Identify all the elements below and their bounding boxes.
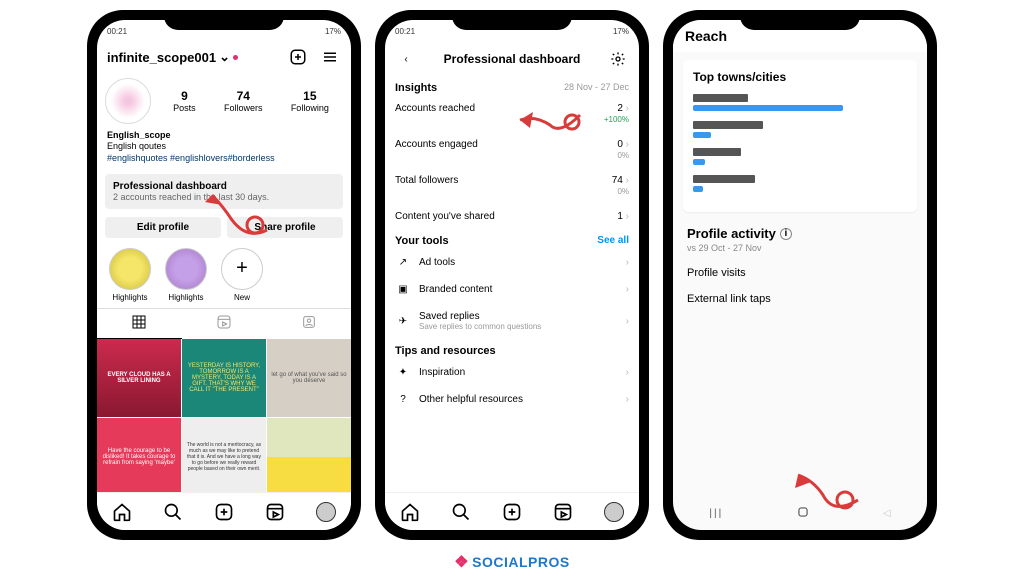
bottom-nav: [385, 492, 639, 530]
insights-header: Insights: [395, 82, 437, 94]
info-icon[interactable]: i: [780, 228, 792, 240]
brand-mark-icon: ❖: [454, 552, 469, 572]
android-nav: ||| ◁: [673, 496, 927, 530]
chevron-down-icon: ⌄: [219, 49, 230, 65]
tab-reels[interactable]: [182, 309, 267, 339]
post-5[interactable]: The world is not a meritocracy, as much …: [182, 418, 266, 496]
settings-icon[interactable]: [607, 48, 629, 70]
nav-create-icon[interactable]: [214, 502, 234, 522]
profile-tabs: [97, 308, 351, 339]
notch: [452, 10, 572, 30]
android-home-icon[interactable]: [796, 505, 810, 522]
nav-home-icon[interactable]: [112, 502, 132, 522]
profile-visits-row[interactable]: Profile visits: [687, 253, 913, 279]
external-link-taps-row[interactable]: External link taps: [687, 279, 913, 305]
profile-header: infinite_scope001 ⌄: [97, 42, 351, 72]
insight-row[interactable]: Accounts reached 2 › +100%: [385, 96, 639, 132]
town-bar-row: [693, 175, 907, 192]
tips-header: Tips and resources: [395, 345, 496, 357]
profile-activity-title: Profile activity: [687, 226, 776, 241]
top-towns-card: Top towns/cities: [683, 60, 917, 212]
profile-activity-section: Profile activity i vs 29 Oct - 27 Nov Pr…: [687, 226, 913, 305]
tools-header: Your tools: [395, 235, 449, 247]
insight-row[interactable]: Total followers 74 › 0%: [385, 168, 639, 204]
post-grid: EVERY CLOUD HAS A SILVER LINING YESTERDA…: [97, 339, 351, 496]
tab-tagged[interactable]: [266, 309, 351, 339]
tip-row[interactable]: ? Other helpful resources ›: [385, 386, 639, 413]
highlight-2[interactable]: Highlights: [163, 248, 209, 302]
post-2[interactable]: YESTERDAY IS HISTORY, TOMORROW IS A MYST…: [182, 339, 266, 417]
status-time: 00:21: [107, 27, 127, 36]
avatar[interactable]: [105, 78, 151, 124]
phone-frame-2: 00:21 17% ‹ Professional dashboard Insig…: [375, 10, 649, 540]
profile-activity-sub: vs 29 Oct - 27 Nov: [687, 243, 913, 253]
post-6[interactable]: [267, 418, 351, 496]
tool-row[interactable]: ↗ Ad tools ›: [385, 249, 639, 276]
share-profile-button[interactable]: Share profile: [227, 217, 343, 238]
android-recents-icon[interactable]: |||: [709, 508, 723, 519]
bio-name: English_scope: [107, 130, 341, 141]
tool-row[interactable]: ▣ Branded content ›: [385, 276, 639, 303]
phone-frame-3: Reach Top towns/cities Profile activity …: [663, 10, 937, 540]
town-bar-row: [693, 94, 907, 111]
nav-search-icon[interactable]: [451, 502, 471, 522]
screen-dashboard: 00:21 17% ‹ Professional dashboard Insig…: [385, 20, 639, 530]
see-all-link[interactable]: See all: [597, 235, 629, 247]
android-back-icon[interactable]: ◁: [883, 508, 891, 519]
username-dropdown[interactable]: infinite_scope001 ⌄: [107, 49, 238, 65]
highlight-1[interactable]: Highlights: [107, 248, 153, 302]
posts-stat[interactable]: 9 Posts: [173, 89, 196, 113]
bio-desc: English qoutes: [107, 141, 341, 152]
bio: English_scope English qoutes #englishquo…: [97, 130, 351, 170]
nav-home-icon[interactable]: [400, 502, 420, 522]
nav-reels-icon[interactable]: [265, 502, 285, 522]
notch: [164, 10, 284, 30]
edit-profile-button[interactable]: Edit profile: [105, 217, 221, 238]
professional-dashboard-card[interactable]: Professional dashboard 2 accounts reache…: [105, 174, 343, 209]
create-button[interactable]: [287, 46, 309, 68]
notification-dot: [233, 55, 238, 60]
stats-row: 9 Posts 74 Followers 15 Following: [97, 72, 351, 130]
tip-row[interactable]: ✦ Inspiration ›: [385, 359, 639, 386]
status-battery: 17%: [325, 27, 341, 36]
phone-frame-1: 00:21 17% infinite_scope001 ⌄: [87, 10, 361, 540]
highlight-new[interactable]: +New: [219, 248, 265, 302]
nav-create-icon[interactable]: [502, 502, 522, 522]
post-3[interactable]: let go of what you've said so you deserv…: [267, 339, 351, 417]
town-bar-row: [693, 148, 907, 165]
town-bar-row: [693, 121, 907, 138]
date-range: 28 Nov - 27 Dec: [564, 82, 629, 94]
insight-row[interactable]: Content you've shared 1 ›: [385, 204, 639, 229]
screen-profile: 00:21 17% infinite_scope001 ⌄: [97, 20, 351, 530]
nav-search-icon[interactable]: [163, 502, 183, 522]
footer-brand: ❖ SOCIALPROS: [454, 552, 569, 572]
username-label: infinite_scope001: [107, 50, 216, 65]
tab-grid[interactable]: [97, 309, 182, 339]
nav-profile-icon[interactable]: [316, 502, 336, 522]
bio-tags[interactable]: #englishquotes #englishlovers#borderless: [107, 153, 341, 164]
highlights: Highlights Highlights +New: [97, 242, 351, 308]
nav-reels-icon[interactable]: [553, 502, 573, 522]
top-towns-title: Top towns/cities: [693, 70, 907, 84]
dashboard-header: ‹ Professional dashboard: [385, 42, 639, 76]
screen-reach: Reach Top towns/cities Profile activity …: [673, 20, 927, 530]
back-button[interactable]: ‹: [395, 48, 417, 70]
post-1[interactable]: EVERY CLOUD HAS A SILVER LINING: [97, 339, 181, 417]
menu-button[interactable]: [319, 46, 341, 68]
insight-row[interactable]: Accounts engaged 0 › 0%: [385, 132, 639, 168]
nav-profile-icon[interactable]: [604, 502, 624, 522]
post-4[interactable]: Have the courage to be disliked! It take…: [97, 418, 181, 496]
followers-stat[interactable]: 74 Followers: [224, 89, 263, 113]
notch: [740, 10, 860, 30]
tool-row[interactable]: ✈ Saved repliesSave replies to common qu…: [385, 303, 639, 339]
following-stat[interactable]: 15 Following: [291, 89, 329, 113]
bottom-nav: [97, 492, 351, 530]
